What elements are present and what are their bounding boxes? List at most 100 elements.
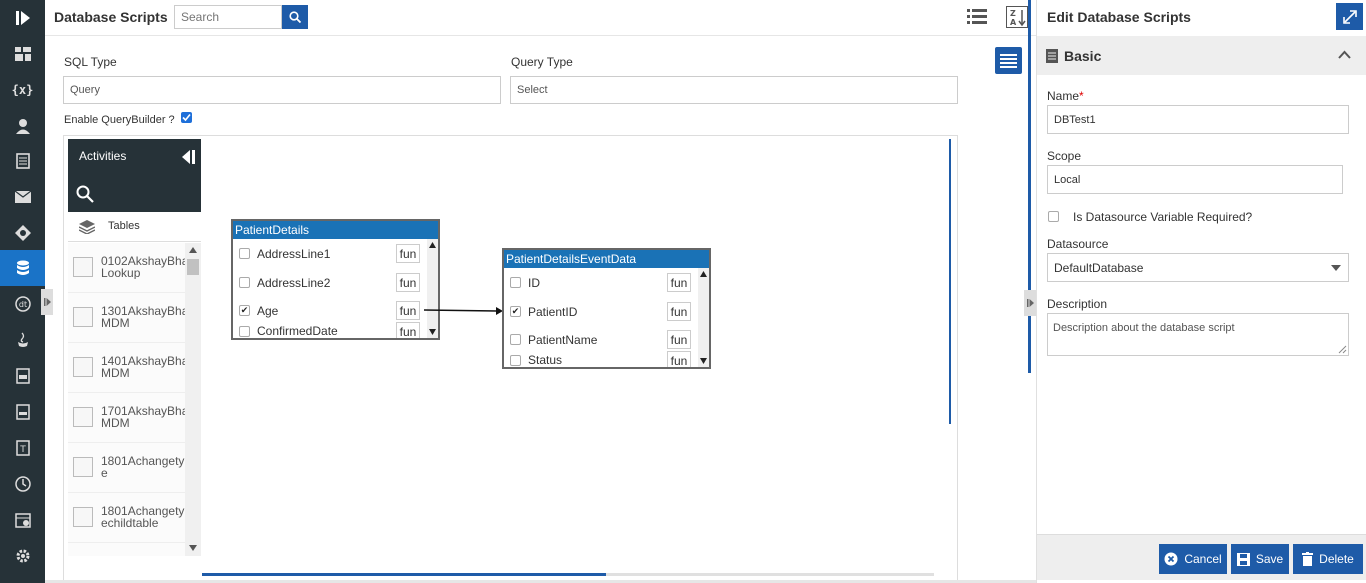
function-button[interactable]: fun [396,301,420,320]
function-button[interactable]: fun [396,322,420,338]
datasource-select[interactable]: DefaultDatabase [1047,253,1349,282]
form-icon [1046,49,1058,63]
list-item-line2: MDM [101,416,130,429]
join-connector[interactable] [424,306,504,316]
basic-section-header[interactable]: Basic [1037,36,1366,75]
list-item[interactable]: 1701AkshayBha MDM [68,393,185,443]
field-row[interactable]: AddressLine1 fun [233,244,426,264]
canvas-horizontal-scrollbar[interactable] [202,573,934,576]
table-scrollbar[interactable] [427,239,438,338]
variables-icon[interactable]: {x} [0,72,45,108]
dashboard-icon[interactable] [0,36,45,72]
activities-panel: Activities Tables 0102AkshayBha Lookup 13… [68,139,201,582]
table-icon [73,457,93,477]
report-icon[interactable] [0,358,45,394]
field-checkbox[interactable] [239,277,250,288]
section-title: Basic [1064,48,1102,64]
save-icon [1236,552,1250,566]
activities-header: Activities [68,139,201,175]
list-item[interactable]: 1801Achangetyp e [68,443,185,493]
user-icon[interactable] [0,108,45,144]
search-button[interactable] [282,5,308,29]
query-type-value: Select [517,84,548,96]
document-icon[interactable] [0,143,45,179]
cancel-button[interactable]: Cancel [1159,544,1227,574]
save-button[interactable]: Save [1231,544,1289,574]
field-checkbox[interactable] [239,326,250,337]
function-button[interactable]: fun [667,273,691,292]
query-type-select[interactable]: Select [510,76,958,104]
field-name: AddressLine1 [257,247,331,261]
list-item[interactable]: 1801Achangetyp echildtable [68,493,185,543]
table-patientdetails[interactable]: PatientDetails AddressLine1 fun AddressL… [231,219,440,340]
chevron-down-icon [1331,265,1341,271]
list-item[interactable]: 1401AkshayBha MDM [68,343,185,393]
function-button[interactable]: fun [667,351,691,367]
target-icon[interactable] [0,215,45,251]
field-row[interactable]: AddressLine2 fun [233,273,426,293]
chevron-up-icon[interactable] [1338,50,1351,59]
field-checkbox[interactable] [239,248,250,259]
field-row[interactable]: ConfirmedDate fun [233,322,426,338]
table-icon [73,357,93,377]
report-alt-icon[interactable] [0,394,45,430]
field-checkbox-checked[interactable]: ✔ [510,306,521,317]
expand-button[interactable] [1336,3,1363,30]
field-checkbox[interactable] [510,277,521,288]
field-checkbox[interactable] [510,355,521,366]
template-icon[interactable]: T [0,430,45,466]
function-button[interactable]: fun [667,302,691,321]
resize-handle-icon[interactable] [1338,345,1347,354]
name-input[interactable]: DBTest1 [1047,105,1349,134]
rules-icon[interactable]: dt [0,286,45,322]
field-checkbox[interactable] [510,334,521,345]
tables-tab[interactable]: Tables [68,212,201,242]
scope-input[interactable]: Local [1047,165,1343,194]
right-splitter-handle[interactable] [1024,290,1036,316]
database-icon[interactable] [0,250,45,286]
delete-button[interactable]: Delete [1293,544,1363,574]
function-button[interactable]: fun [396,273,420,292]
sql-type-select[interactable]: Query [63,76,501,104]
history-icon[interactable] [0,466,45,502]
field-row[interactable]: ✔ PatientID fun [504,302,697,322]
field-name: PatientName [528,333,598,347]
scrollbar-thumb[interactable] [187,259,199,275]
tables-scrollbar[interactable] [185,243,201,556]
mail-icon[interactable] [0,179,45,215]
menu-toggle-button[interactable] [995,47,1022,74]
list-view-icon[interactable] [967,8,987,29]
activities-search[interactable] [68,175,201,212]
schedule-icon[interactable] [0,502,45,538]
list-item[interactable]: 0102AkshayBha Lookup [68,243,185,293]
field-name: ID [528,276,540,290]
scrollbar-thumb[interactable] [202,573,606,576]
play-icon[interactable] [0,0,45,36]
field-row[interactable]: Status fun [504,351,697,367]
panel-footer: Cancel Save Delete [1037,534,1366,580]
main-vertical-scrollbar[interactable] [1028,0,1031,373]
function-button[interactable]: fun [396,244,420,263]
description-textarea[interactable]: Description about the database script [1047,313,1349,356]
search-input[interactable] [174,5,282,29]
search-icon [76,185,94,203]
function-button[interactable]: fun [667,330,691,349]
field-row[interactable]: ID fun [504,273,697,293]
sort-az-icon[interactable]: ZA [1006,6,1028,31]
scroll-down-icon [189,545,197,551]
list-item[interactable]: 1301AkshayBha MDM [68,293,185,343]
field-checkbox-checked[interactable]: ✔ [239,305,250,316]
collapse-panel-icon[interactable] [181,150,195,167]
java-icon[interactable] [0,322,45,358]
left-splitter-handle[interactable] [41,289,53,315]
enable-querybuilder-label: Enable QueryBuilder ? [64,114,175,126]
table-patientdetailseventdata[interactable]: PatientDetailsEventData ID fun ✔ Patient… [502,248,711,369]
enable-querybuilder-checkbox[interactable] [181,112,192,123]
field-row[interactable]: ✔ Age fun [233,301,426,321]
table-icon [73,507,93,527]
canvas-vertical-scrollbar[interactable] [949,139,951,424]
settings-icon[interactable] [0,538,45,574]
table-scrollbar[interactable] [698,268,709,367]
ds-variable-checkbox[interactable] [1048,211,1059,222]
field-row[interactable]: PatientName fun [504,330,697,350]
